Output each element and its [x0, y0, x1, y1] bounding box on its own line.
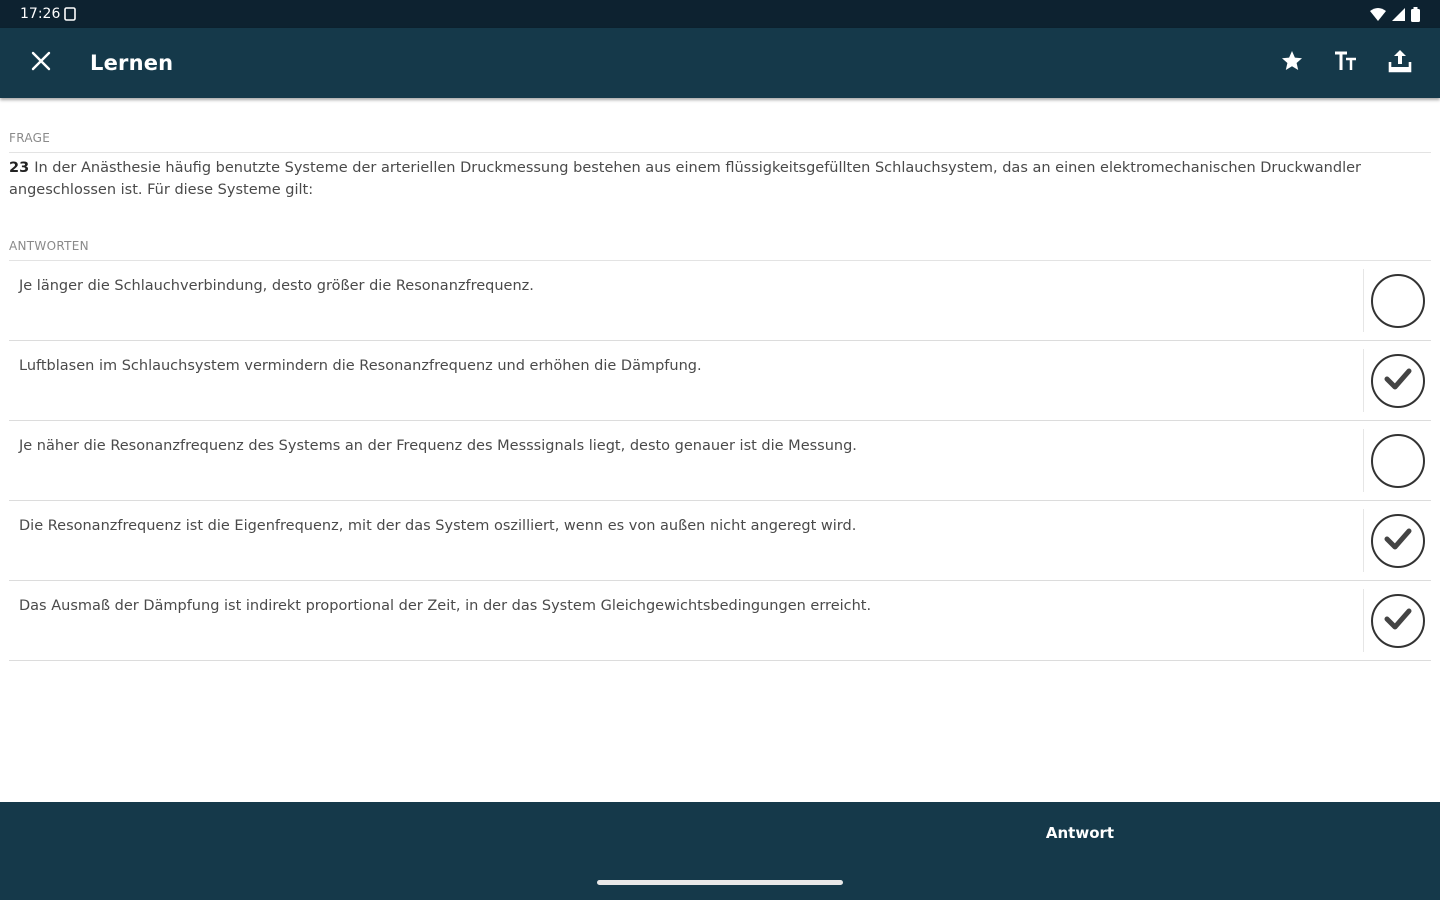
app-bar: Lernen: [0, 28, 1440, 98]
answer-option-4[interactable]: Die Resonanzfrequenz ist die Eigenfreque…: [9, 501, 1431, 581]
answer-checkbox-5[interactable]: [1363, 589, 1431, 652]
favorite-button[interactable]: [1276, 47, 1308, 79]
battery-icon: [1411, 6, 1420, 22]
answer-option-3[interactable]: Je näher die Resonanzfrequenz des System…: [9, 421, 1431, 501]
answer-checkbox-2[interactable]: [1363, 349, 1431, 412]
question-number: 23: [9, 160, 30, 176]
share-button[interactable]: [1384, 47, 1416, 79]
check-circle-checked: [1370, 513, 1425, 568]
answers-section-label: ANTWORTEN: [9, 201, 1431, 261]
answer-text: Je länger die Schlauchverbindung, desto …: [19, 278, 534, 294]
status-right: [1370, 6, 1420, 22]
answer-list: Je länger die Schlauchverbindung, desto …: [9, 261, 1431, 661]
screenshot-notification-icon: [64, 7, 77, 21]
bottom-bar: Antwort: [0, 802, 1440, 900]
question-text-block: 23 In der Anästhesie häufig benutzte Syst…: [9, 153, 1431, 201]
close-button[interactable]: [24, 46, 58, 80]
check-circle-checked: [1370, 593, 1425, 648]
check-circle-unchecked: [1370, 273, 1425, 328]
answer-text: Das Ausmaß der Dämpfung ist indirekt pro…: [19, 598, 872, 614]
answer-text: Die Resonanzfrequenz ist die Eigenfreque…: [19, 518, 857, 534]
share-icon: [1387, 48, 1413, 78]
star-icon: [1280, 49, 1304, 77]
answer-text: Je näher die Resonanzfrequenz des System…: [19, 438, 857, 454]
check-circle-checked: [1370, 353, 1425, 408]
status-bar: 17:26: [0, 0, 1440, 28]
home-indicator[interactable]: [597, 880, 843, 885]
answer-option-5[interactable]: Das Ausmaß der Dämpfung ist indirekt pro…: [9, 581, 1431, 661]
check-circle-unchecked: [1370, 433, 1425, 488]
question-text: In der Anästhesie häufig benutzte System…: [9, 160, 1361, 198]
page-title: Lernen: [90, 51, 174, 75]
answer-checkbox-4[interactable]: [1363, 509, 1431, 572]
answer-option-1[interactable]: Je länger die Schlauchverbindung, desto …: [9, 261, 1431, 341]
wifi-icon: [1370, 7, 1386, 21]
font-size-button[interactable]: [1330, 47, 1362, 79]
status-time: 17:26: [20, 6, 61, 22]
check-icon: [1383, 527, 1413, 555]
answer-checkbox-3[interactable]: [1363, 429, 1431, 492]
check-icon: [1383, 607, 1413, 635]
close-icon: [30, 50, 52, 76]
app-bar-actions: [1276, 47, 1416, 79]
signal-icon: [1392, 7, 1405, 21]
answer-option-2[interactable]: Luftblasen im Schlauchsystem vermindern …: [9, 341, 1431, 421]
content: FRAGE 23 In der Anästhesie häufig benutzt…: [0, 98, 1440, 802]
answer-checkbox-1[interactable]: [1363, 269, 1431, 332]
status-left: 17:26: [20, 6, 77, 22]
text-size-icon: [1333, 49, 1359, 77]
check-icon: [1383, 367, 1413, 395]
show-answer-button[interactable]: Antwort: [1000, 816, 1160, 850]
question-section-label: FRAGE: [9, 98, 1431, 153]
answer-text: Luftblasen im Schlauchsystem vermindern …: [19, 358, 702, 374]
